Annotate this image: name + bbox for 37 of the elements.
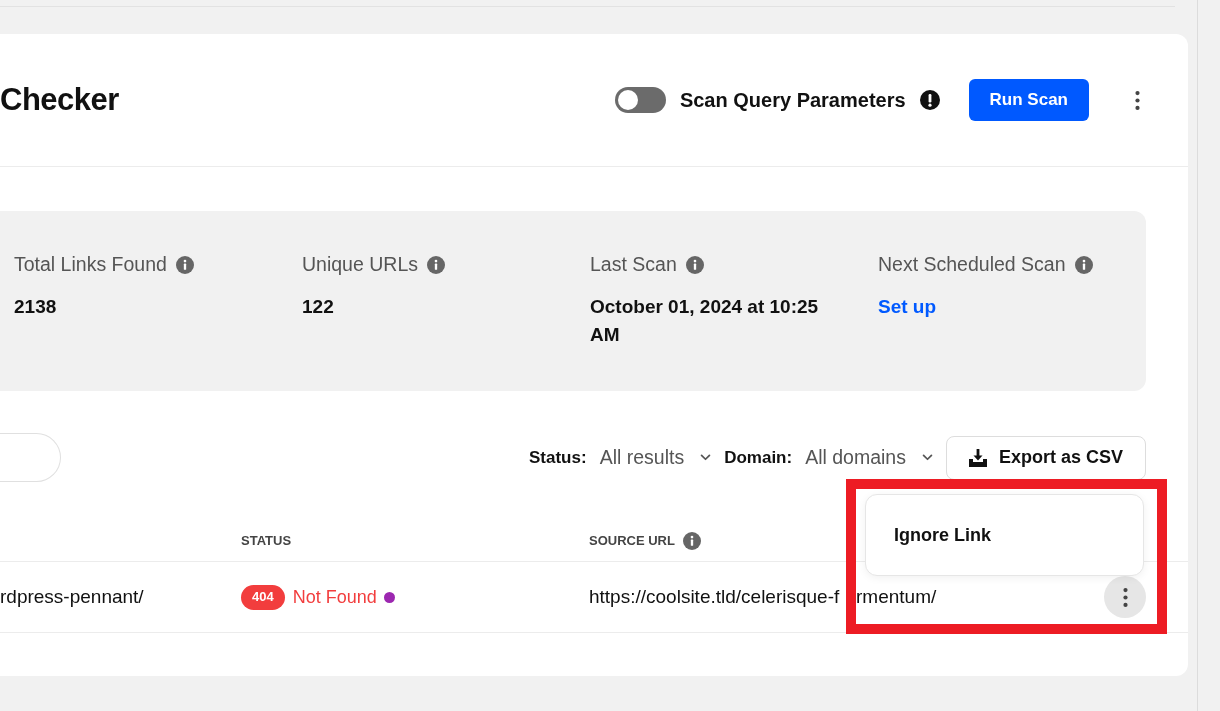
stat-value: October 01, 2024 at 10:25 AM xyxy=(590,295,820,347)
stat-label: Total Links Found xyxy=(14,252,167,278)
info-icon xyxy=(175,256,194,274)
page-title: Checker xyxy=(0,80,119,119)
toggle-label: Scan Query Parameters xyxy=(679,88,906,113)
filter-dropdown[interactable]: All results xyxy=(599,442,712,473)
toggle-switch[interactable] xyxy=(614,87,666,113)
filter-dropdown[interactable]: All domains xyxy=(805,442,933,473)
stat-label: Next Scheduled Scan xyxy=(878,252,1066,278)
stat-label: Unique URLs xyxy=(302,252,418,278)
column-header: SOURCE URL xyxy=(589,531,675,550)
vertical-ellipsis-icon[interactable] xyxy=(1135,90,1140,110)
filter-label: Domain: xyxy=(724,446,793,469)
vertical-ellipsis-icon xyxy=(1122,587,1128,607)
download-icon xyxy=(968,448,987,467)
column-header: STATUS xyxy=(241,531,292,550)
stat-label: Last Scan xyxy=(590,252,677,278)
table-cell: rdpress-pennant/ xyxy=(0,585,144,607)
source-url: rmentum/ xyxy=(856,584,937,609)
info-icon xyxy=(685,256,704,274)
status-code-badge: 404 xyxy=(241,584,285,610)
source-url: https://coolsite.tld/celerisque-f xyxy=(589,584,841,609)
stat-value: 122 xyxy=(302,295,334,319)
chevron-down-icon xyxy=(921,454,933,461)
setup-link[interactable]: Set up xyxy=(878,293,937,321)
menu-item[interactable]: Ignore Link xyxy=(894,521,991,549)
run-scan-button[interactable]: Run Scan xyxy=(968,79,1089,121)
info-icon xyxy=(427,256,445,274)
export-csv-button[interactable]: Export as CSV xyxy=(945,435,1146,480)
status-text: Not Found xyxy=(292,585,377,609)
info-icon xyxy=(1074,256,1093,274)
stat-value: 2138 xyxy=(14,295,57,319)
filter-label: Status: xyxy=(529,446,587,469)
search-field[interactable] xyxy=(0,433,61,482)
exclamation-icon xyxy=(919,90,940,110)
row-actions-button[interactable] xyxy=(1104,576,1146,618)
chevron-down-icon xyxy=(700,454,712,461)
